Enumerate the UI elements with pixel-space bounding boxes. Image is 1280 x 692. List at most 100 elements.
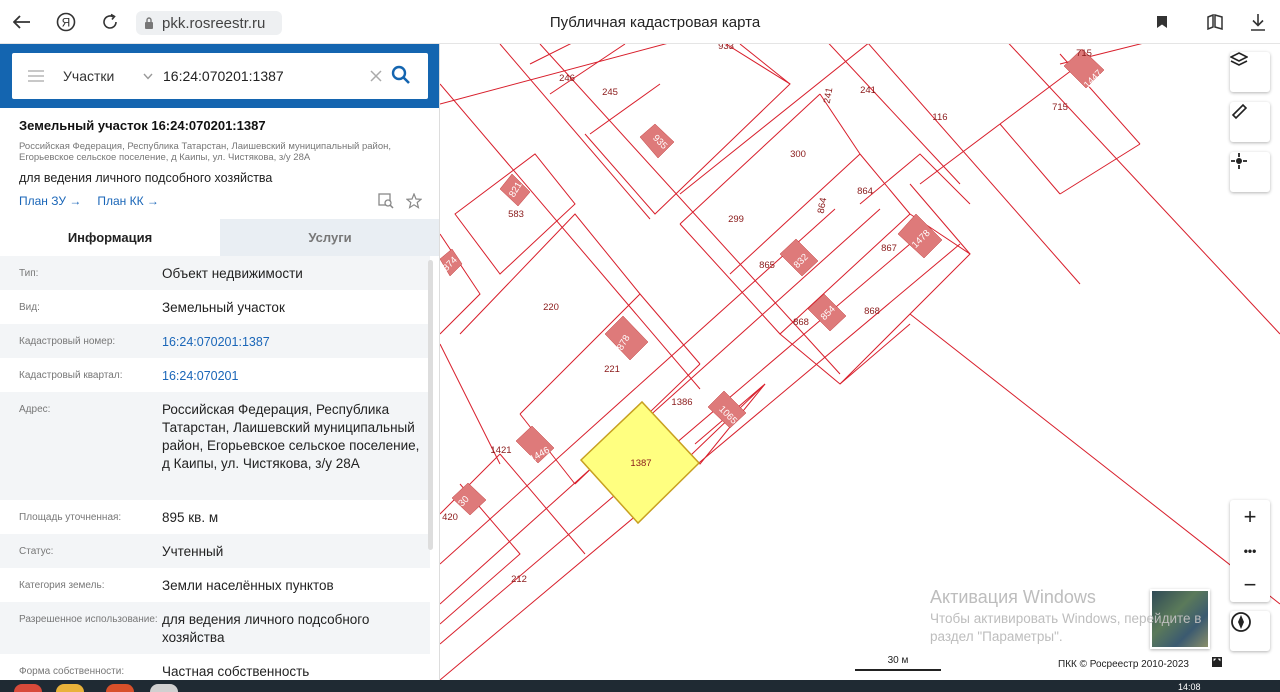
- page-title: Публичная кадастровая карта: [549, 14, 761, 31]
- watermark-title: Активация Windows: [930, 587, 1096, 607]
- address-bar[interactable]: pkk.rosreestr.ru: [136, 11, 282, 35]
- parcel-label: 420: [442, 512, 458, 523]
- scale-label: 30 м: [887, 655, 909, 666]
- bookmark-icon[interactable]: [1150, 10, 1174, 34]
- layers-button[interactable]: [1230, 52, 1270, 92]
- object-type-select[interactable]: Участки: [63, 68, 125, 84]
- reload-icon[interactable]: [98, 10, 122, 34]
- taskbar-app-icon[interactable]: [56, 684, 84, 692]
- parcel-label: 221: [604, 364, 620, 375]
- prop-value: 895 кв. м: [162, 510, 219, 525]
- search-panel: Участки: [0, 44, 439, 108]
- parcel-label: 220: [543, 302, 559, 313]
- object-permitted-use: для ведения личного подсобного хозяйства: [19, 171, 273, 185]
- prop-value: для ведения личного подсобного хозяйства: [162, 612, 370, 645]
- fullscreen-icon[interactable]: [1212, 657, 1222, 667]
- parcel-label: 1421: [490, 445, 511, 456]
- prop-label: Разрешенное использование:: [19, 614, 158, 625]
- prop-label: Кадастровый квартал:: [19, 370, 123, 381]
- prop-row-area: Площадь уточненная: 895 кв. м: [0, 500, 430, 534]
- prop-row-type: Тип: Объект недвижимости: [0, 256, 430, 290]
- parcel-label: 868: [793, 317, 809, 328]
- url-text: pkk.rosreestr.ru: [162, 14, 266, 32]
- prop-value: Российская Федерация, Республика Татарст…: [162, 402, 420, 471]
- cadastral-number-link[interactable]: 16:24:070201:1387: [162, 324, 424, 358]
- parcel-label: 212: [511, 574, 527, 585]
- parcel-label: 241: [822, 87, 836, 105]
- parcel-label: 715: [1076, 48, 1092, 59]
- plan-kk-link[interactable]: План КК →: [97, 194, 159, 208]
- zoom-out-button[interactable]: −: [1230, 568, 1270, 602]
- prop-label: Площадь уточненная:: [19, 512, 122, 523]
- property-list: Тип: Объект недвижимости Вид: Земельный …: [0, 256, 430, 688]
- locate-button[interactable]: [1230, 152, 1270, 192]
- star-icon[interactable]: [406, 193, 422, 209]
- taskbar-app-icon[interactable]: [14, 684, 42, 692]
- tabs: Информация Услуги: [0, 219, 439, 256]
- find-on-map-icon[interactable]: [378, 193, 394, 209]
- prop-row-kind: Вид: Земельный участок: [0, 290, 430, 324]
- prop-label: Тип:: [19, 268, 39, 279]
- prop-row-cadastral-number: Кадастровый номер: 16:24:070201:1387: [0, 324, 430, 358]
- lock-icon: [145, 17, 153, 29]
- prop-label: Категория земель:: [19, 580, 105, 591]
- prop-row-address: Адрес: Российская Федерация, Республика …: [0, 392, 430, 500]
- svg-text:Я: Я: [62, 16, 71, 30]
- zoom-controls: + ••• −: [1230, 500, 1270, 602]
- map-canvas[interactable]: 933 246 245 241 241 715 1447 715 116 300…: [440, 44, 1280, 680]
- parcel-label: 116: [932, 112, 947, 123]
- object-address: Российская Федерация, Республика Татарст…: [19, 141, 392, 163]
- cadastral-quarter-link[interactable]: 16:24:070201: [162, 358, 424, 392]
- search-icon[interactable]: [391, 65, 413, 87]
- menu-icon[interactable]: [28, 70, 44, 82]
- compass-icon: [1231, 612, 1251, 632]
- compass-button[interactable]: [1230, 611, 1270, 651]
- taskbar-app-icon[interactable]: [106, 684, 134, 692]
- tab-information[interactable]: Информация: [0, 219, 220, 256]
- parcel-label: 300: [790, 149, 806, 160]
- sidebar-scrollbar[interactable]: [428, 260, 433, 550]
- search-input[interactable]: [163, 68, 363, 84]
- prop-value: Учтенный: [162, 544, 224, 559]
- prop-row-land-category: Категория земель: Земли населённых пункт…: [0, 568, 430, 602]
- parcel-label: 864: [857, 186, 873, 197]
- back-arrow-icon[interactable]: [10, 10, 34, 34]
- prop-row-status: Статус: Учтенный: [0, 534, 430, 568]
- watermark-text: Чтобы активировать Windows, перейдите в …: [930, 611, 1202, 644]
- parcel-label: 241: [860, 85, 876, 96]
- measure-button[interactable]: [1230, 102, 1270, 142]
- plan-zu-link[interactable]: План ЗУ →: [19, 194, 81, 208]
- parcel-label: 864: [816, 197, 830, 215]
- browser-toolbar: Я pkk.rosreestr.ru Публичная кадастровая…: [0, 0, 1280, 44]
- zoom-more-button[interactable]: •••: [1230, 534, 1270, 568]
- tab-services[interactable]: Услуги: [220, 219, 439, 256]
- prop-value: Земельный участок: [162, 300, 285, 315]
- prop-row-permitted-use: Разрешенное использование: для ведения л…: [0, 602, 430, 654]
- windows-activation-watermark: Активация Windows Чтобы активировать Win…: [930, 587, 1230, 646]
- plan-links: План ЗУ → План КК →: [19, 194, 159, 208]
- parcel-label: 868: [864, 306, 880, 317]
- zoom-in-button[interactable]: +: [1230, 500, 1270, 534]
- taskbar-app-icon[interactable]: [150, 684, 178, 692]
- cadastral-map[interactable]: 933 246 245 241 241 715 1447 715 116 300…: [440, 44, 1280, 680]
- parcel-label: 583: [508, 209, 524, 220]
- prop-label: Статус:: [19, 546, 54, 557]
- yandex-logo-icon[interactable]: Я: [54, 10, 78, 34]
- prop-label: Вид:: [19, 302, 40, 313]
- prop-value: Земли населённых пунктов: [162, 578, 334, 593]
- object-actions: [378, 193, 422, 209]
- windows-taskbar: [0, 680, 1280, 692]
- parcel-label: 715: [1052, 102, 1068, 113]
- screen: Я pkk.rosreestr.ru Публичная кадастровая…: [0, 0, 1280, 692]
- clear-icon[interactable]: [367, 66, 385, 87]
- object-title: Земельный участок 16:24:070201:1387: [19, 118, 266, 133]
- info-sidebar: Участки Земельный участок 16:24:070201:1…: [0, 44, 440, 692]
- search-box: Участки: [12, 53, 428, 99]
- buildings: [440, 48, 1105, 516]
- parcel-boundaries: [440, 44, 1280, 680]
- download-icon[interactable]: [1246, 10, 1270, 34]
- reader-mode-icon[interactable]: [1203, 10, 1227, 34]
- ruler-icon: [1231, 103, 1248, 120]
- chevron-down-icon[interactable]: [143, 71, 153, 81]
- parcel-label: 933: [718, 44, 734, 52]
